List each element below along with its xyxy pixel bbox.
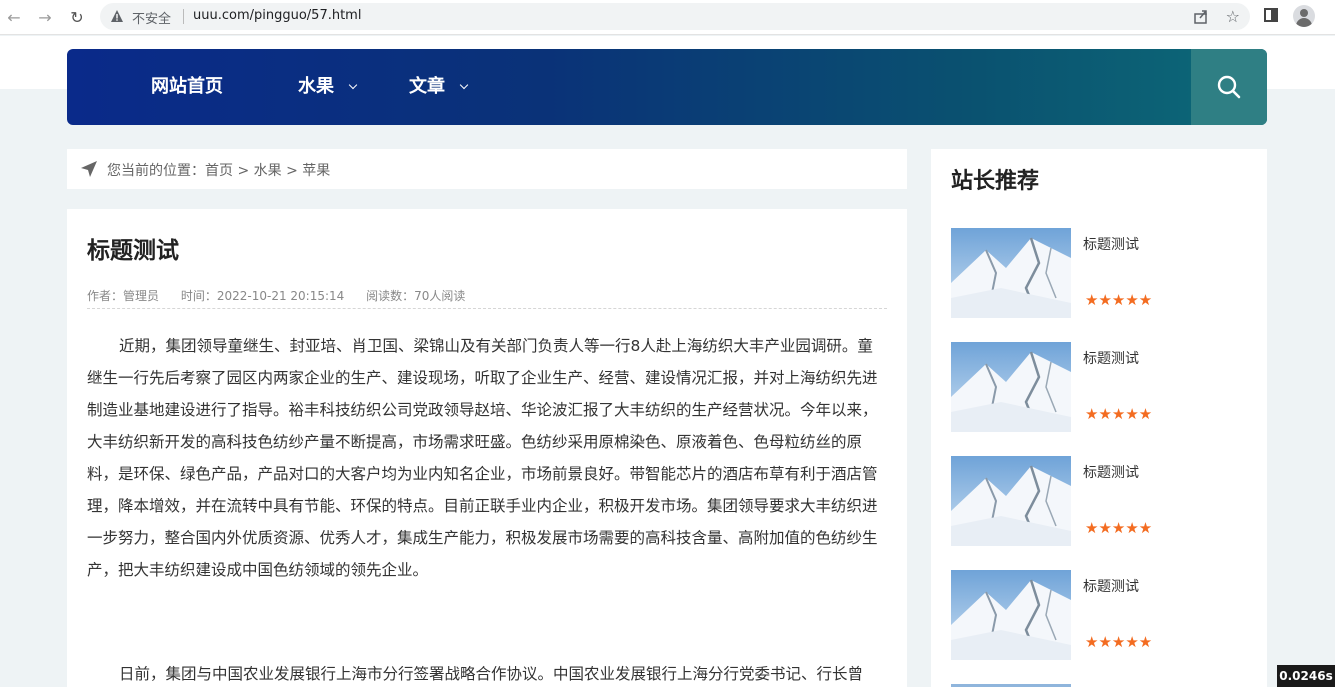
article-paragraph: 近期，集团领导童继生、封亚培、肖卫国、梁锦山及有关部门负责人等一行8人赴上海纺织… [87, 337, 878, 579]
sidebar-title: 站长推荐 [951, 169, 1040, 194]
search-button[interactable] [1191, 49, 1267, 125]
meta-time: 时间：2022-10-21 20:15:14 [180, 289, 345, 303]
chevron-down-icon [459, 80, 469, 90]
article-panel: 标题测试 作者：管理员 时间：2022-10-21 20:15:14 阅读数：7… [67, 209, 907, 687]
bookmark-star-icon[interactable]: ☆ [1226, 7, 1240, 26]
snow-mountain-thumbnail[interactable] [951, 570, 1071, 660]
recommend-item-title[interactable]: 标题测试 [1083, 348, 1139, 368]
article-paragraph: 日前，集团与中国农业发展银行上海市分行签署战略合作协议。中国农业发展银行上海分行… [119, 665, 864, 683]
reload-icon[interactable]: ↻ [66, 6, 88, 28]
browser-toolbar: ← → ↻ 不安全 uuu.com/pingguo/57.html ☆ [0, 0, 1335, 35]
forward-arrow-icon[interactable]: → [34, 6, 56, 28]
back-arrow-icon[interactable]: ← [3, 6, 25, 28]
share-icon[interactable] [1192, 8, 1210, 26]
recommend-item[interactable]: 标题测试 ★★★★★ [951, 228, 1251, 318]
meta-author: 作者：管理员 [87, 289, 160, 303]
snow-mountain-thumbnail[interactable] [951, 342, 1071, 432]
rating-stars: ★★★★★ [1085, 291, 1153, 309]
side-panel-icon[interactable] [1264, 8, 1278, 22]
warning-icon[interactable] [110, 9, 124, 23]
rating-stars: ★★★★★ [1085, 405, 1153, 423]
recommend-item[interactable]: 标题测试 ★★★★★ [951, 342, 1251, 432]
divider [183, 9, 184, 24]
recommend-sidebar: 站长推荐 标题测试 ★★★★★ 标题测试 ★★★★★ 标题测试 ★★★★★ 标题… [931, 149, 1267, 687]
recommend-item-title[interactable]: 标题测试 [1083, 576, 1139, 596]
site-navbar: 网站首页 水果 文章 [67, 49, 1267, 125]
breadcrumb-text[interactable]: 您当前的位置：首页 > 水果 > 苹果 [107, 160, 330, 180]
nav-item-home[interactable]: 网站首页 [151, 49, 223, 125]
address-bar[interactable]: 不安全 uuu.com/pingguo/57.html ☆ [100, 3, 1250, 30]
breadcrumb: 您当前的位置：首页 > 水果 > 苹果 [67, 149, 907, 189]
recommend-item[interactable]: 标题测试 ★★★★★ [951, 456, 1251, 546]
url-text[interactable]: uuu.com/pingguo/57.html [193, 8, 361, 23]
recommend-item-title[interactable]: 标题测试 [1083, 462, 1139, 482]
rating-stars: ★★★★★ [1085, 519, 1153, 537]
profile-avatar-icon[interactable] [1293, 5, 1315, 27]
snow-mountain-thumbnail[interactable] [951, 228, 1071, 318]
nav-item-label: 文章 [409, 76, 445, 97]
debug-timer: 0.0246s [1277, 665, 1335, 687]
chevron-down-icon [348, 80, 358, 90]
recommend-item[interactable]: 标题测试 ★★★★★ [951, 570, 1251, 660]
search-icon [1217, 75, 1241, 99]
nav-item-label: 水果 [298, 76, 334, 97]
nav-item-fruit[interactable]: 水果 [298, 49, 358, 125]
rating-stars: ★★★★★ [1085, 633, 1153, 651]
article-meta: 作者：管理员 时间：2022-10-21 20:15:14 阅读数：70人阅读 [87, 287, 887, 309]
location-arrow-icon [81, 161, 97, 177]
snow-mountain-thumbnail[interactable] [951, 456, 1071, 546]
nav-item-article[interactable]: 文章 [409, 49, 469, 125]
recommend-item-title[interactable]: 标题测试 [1083, 234, 1139, 254]
security-label[interactable]: 不安全 [132, 8, 171, 27]
page-title: 标题测试 [87, 238, 179, 264]
meta-views: 阅读数：70人阅读 [366, 289, 466, 303]
